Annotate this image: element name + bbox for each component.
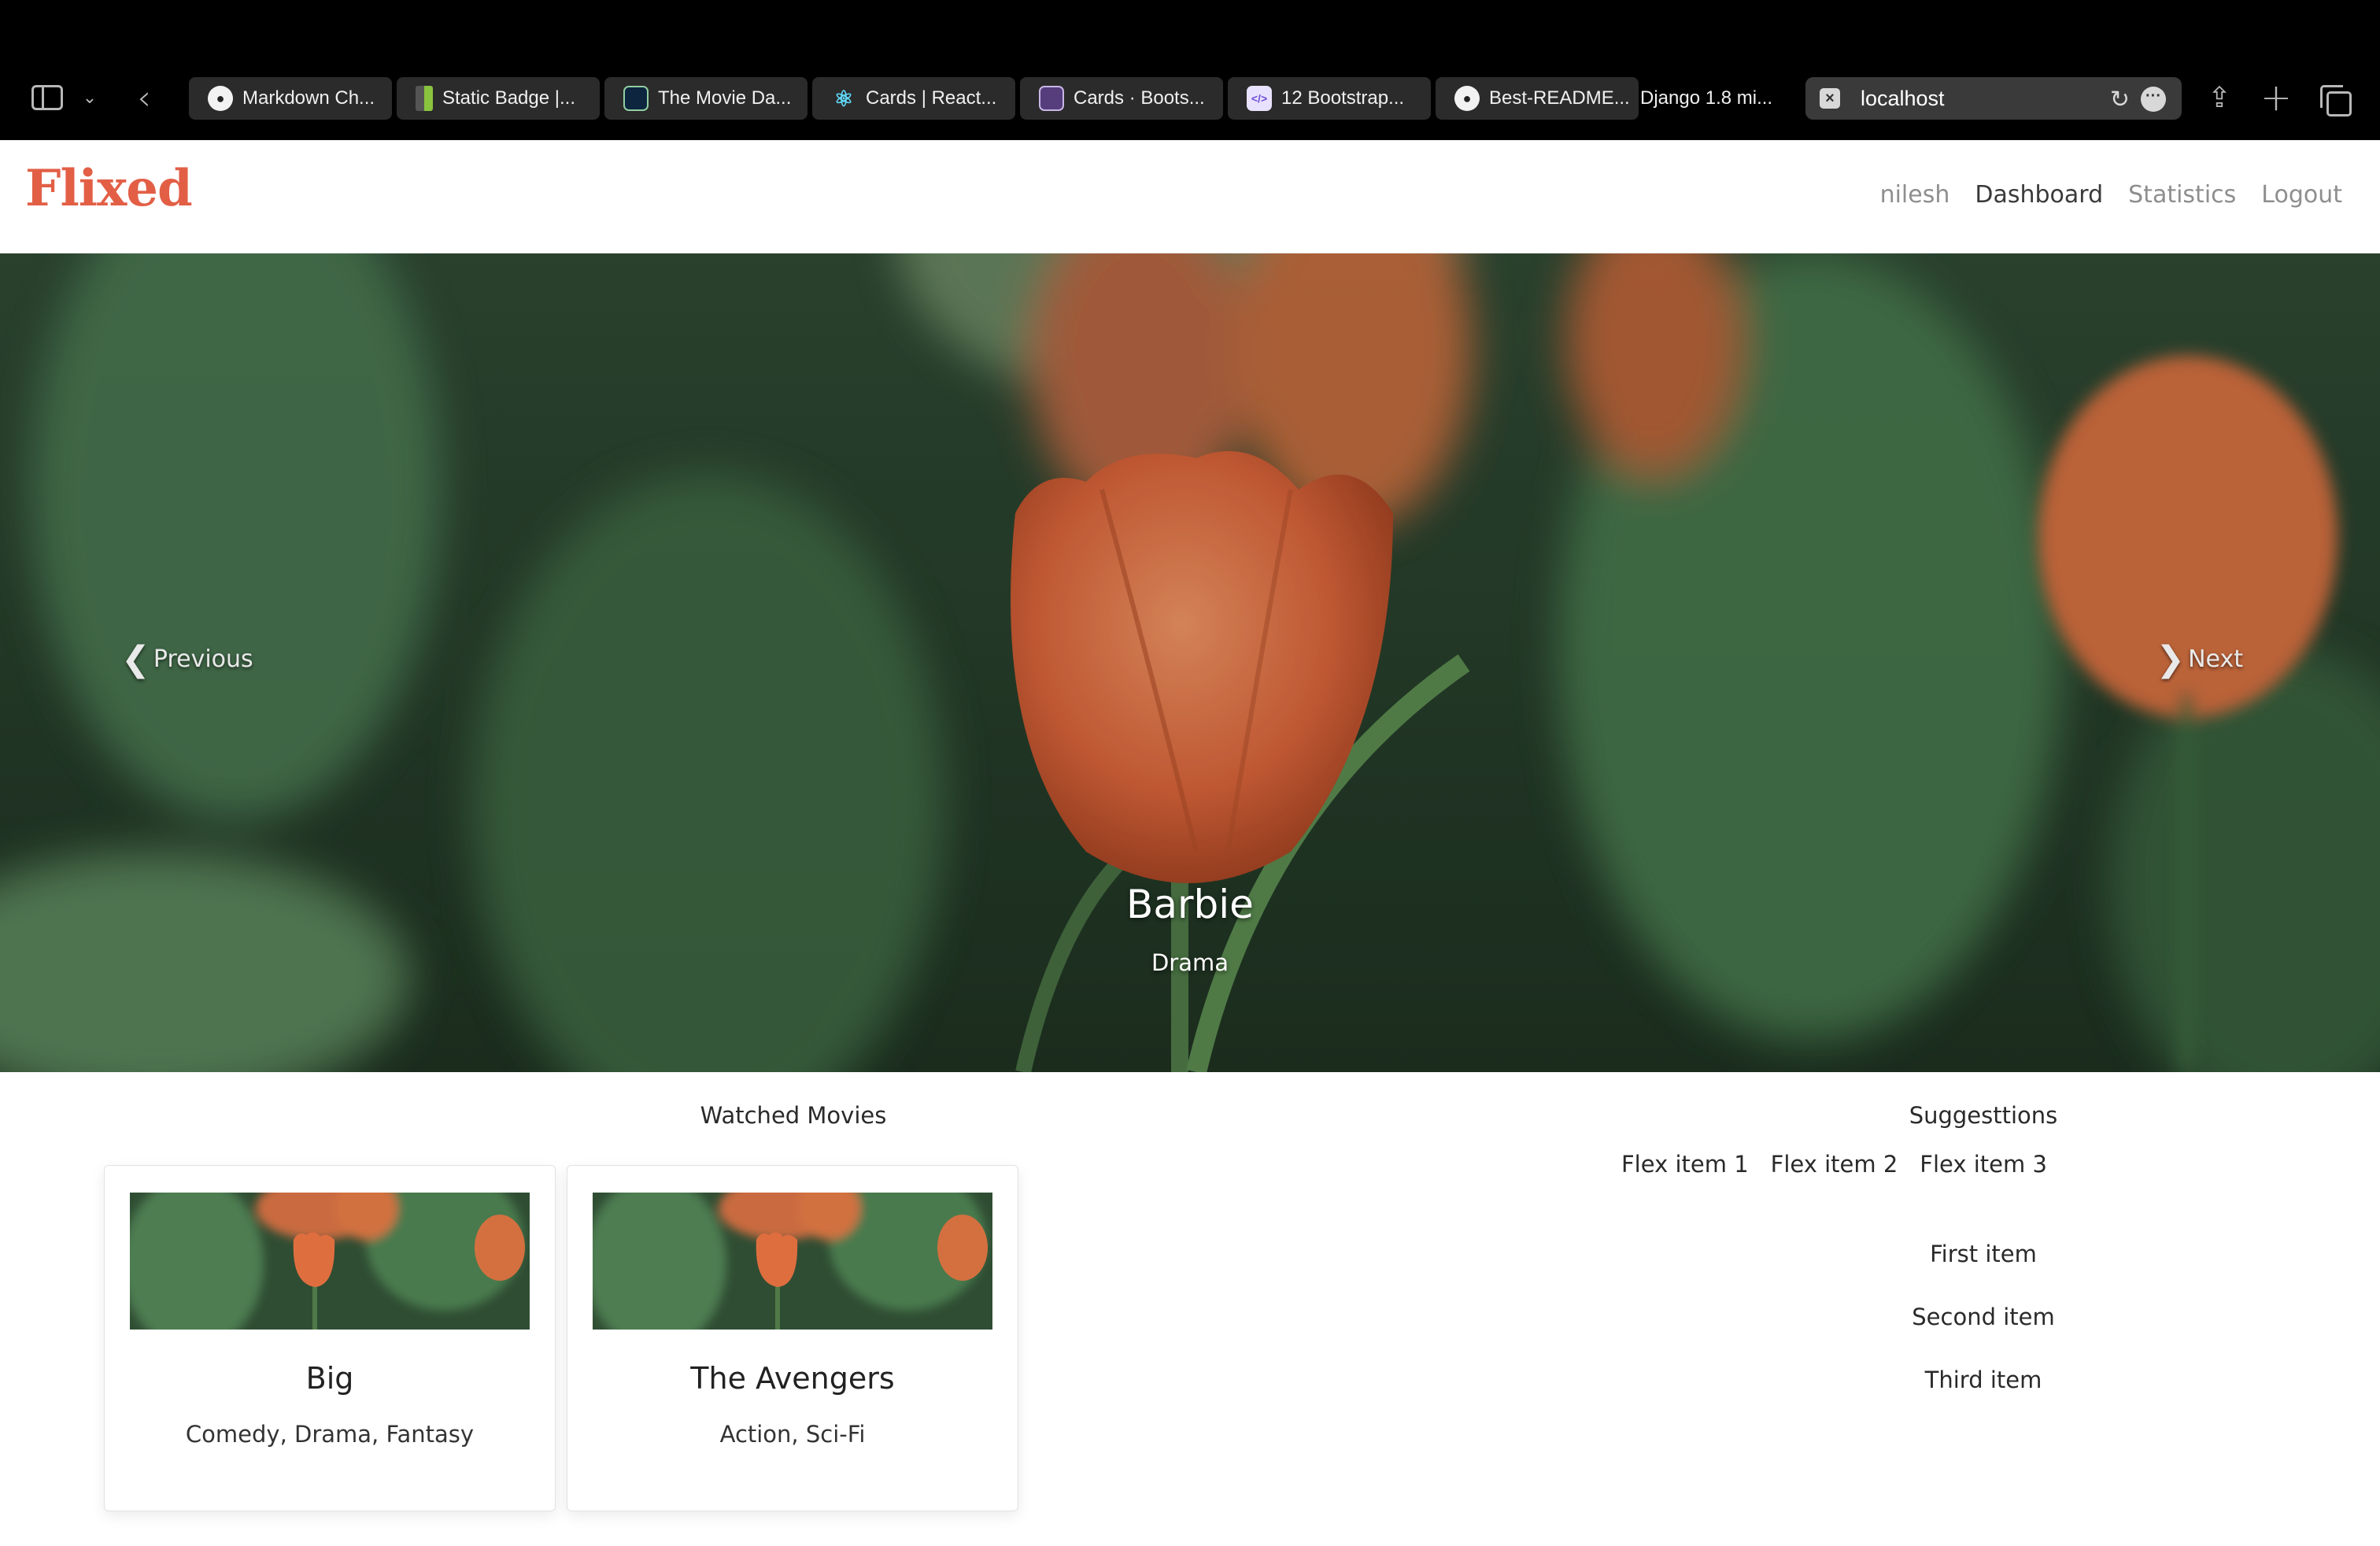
suggestions-heading: Suggesttions bbox=[1909, 1102, 2058, 1129]
browser-tab[interactable]: The Movie Da... bbox=[604, 77, 808, 120]
tab-label: 12 Bootstrap... bbox=[1281, 87, 1405, 109]
react-icon: ⚛ bbox=[833, 86, 854, 111]
badge-icon bbox=[416, 86, 433, 111]
url-text[interactable]: localhost bbox=[1861, 87, 1945, 111]
code-icon: </> bbox=[1247, 86, 1272, 111]
more-options-icon[interactable]: ··· bbox=[2141, 87, 2166, 112]
tab-label: Markdown Ch... bbox=[242, 87, 375, 109]
movie-card[interactable]: Big Comedy, Drama, Fantasy bbox=[104, 1165, 556, 1511]
share-icon[interactable]: ⇪ bbox=[2204, 79, 2235, 117]
bootstrap-icon bbox=[1039, 86, 1064, 111]
chevron-down-icon[interactable]: ⌄ bbox=[82, 87, 98, 109]
nav-dashboard[interactable]: Dashboard bbox=[1975, 181, 2103, 209]
chevron-left-icon: ❮ bbox=[121, 639, 150, 679]
new-tab-icon[interactable]: + bbox=[2260, 76, 2292, 120]
tmdb-icon bbox=[623, 86, 649, 111]
browser-toolbar: ⌄ ‹ ● Markdown Ch... Static Badge |... T… bbox=[0, 0, 2380, 140]
browser-tab[interactable]: ⚛ Cards | React... bbox=[812, 77, 1015, 120]
browser-tab[interactable]: Django 1.8 mi... bbox=[1640, 77, 1798, 120]
tab-label: Cards | React... bbox=[866, 87, 997, 109]
movie-thumbnail bbox=[593, 1193, 992, 1330]
tab-label: Static Badge |... bbox=[442, 87, 575, 109]
browser-tab[interactable]: </> 12 Bootstrap... bbox=[1228, 77, 1431, 120]
nav-username[interactable]: nilesh bbox=[1880, 181, 1950, 209]
movie-genres: Action, Sci-Fi bbox=[719, 1421, 866, 1448]
movie-title: Big bbox=[305, 1361, 354, 1396]
tab-label: Cards · Boots... bbox=[1074, 87, 1205, 109]
nav-links: nilesh Dashboard Statistics Logout bbox=[1880, 181, 2342, 209]
github-icon: ● bbox=[208, 86, 233, 111]
back-arrow-icon[interactable]: ‹ bbox=[132, 78, 156, 118]
movie-card[interactable]: The Avengers Action, Sci-Fi bbox=[567, 1165, 1018, 1511]
flex-item: Flex item 1 bbox=[1621, 1151, 1749, 1178]
nav-logout[interactable]: Logout bbox=[2261, 181, 2342, 209]
carousel-prev-button[interactable]: ❮ Previous bbox=[118, 639, 253, 679]
address-bar[interactable]: × localhost ↻ ··· bbox=[1805, 77, 2182, 120]
chevron-right-icon: ❯ bbox=[2156, 639, 2186, 679]
browser-tab[interactable]: ● Best-README... bbox=[1436, 77, 1639, 120]
site-navbar: Flixed nilesh Dashboard Statistics Logou… bbox=[0, 140, 2380, 253]
github-icon: ● bbox=[1454, 86, 1480, 111]
prev-label: Previous bbox=[153, 645, 253, 673]
movie-thumbnail bbox=[130, 1193, 530, 1330]
list-item: First item bbox=[1930, 1241, 2037, 1267]
movie-genres: Comedy, Drama, Fantasy bbox=[185, 1421, 475, 1448]
tab-label: Django 1.8 mi... bbox=[1640, 87, 1773, 109]
flex-item: Flex item 3 bbox=[1920, 1151, 2047, 1178]
nav-statistics[interactable]: Statistics bbox=[2128, 181, 2236, 209]
carousel-next-button[interactable]: ❯ Next bbox=[2153, 639, 2243, 679]
tab-label: Best-README... bbox=[1489, 87, 1630, 109]
tab-strip: ● Markdown Ch... Static Badge |... The M… bbox=[183, 77, 1794, 120]
hero-carousel: ❮ Previous ❯ Next Barbie Drama bbox=[0, 253, 2380, 1072]
reload-icon[interactable]: ↻ bbox=[2110, 86, 2130, 113]
flex-row: Flex item 1 Flex item 2 Flex item 3 bbox=[1621, 1151, 2047, 1178]
movie-title: The Avengers bbox=[690, 1361, 895, 1396]
tab-label: The Movie Da... bbox=[658, 87, 792, 109]
close-tab-icon[interactable]: × bbox=[1820, 88, 1840, 109]
browser-tab[interactable]: ● Markdown Ch... bbox=[189, 77, 392, 120]
sidebar-toggle-icon[interactable] bbox=[31, 85, 63, 110]
carousel-caption-genre: Drama bbox=[1151, 949, 1229, 976]
browser-tab[interactable]: Static Badge |... bbox=[397, 77, 600, 120]
carousel-caption-title: Barbie bbox=[1126, 882, 1254, 927]
browser-tab[interactable]: Cards · Boots... bbox=[1020, 77, 1223, 120]
watched-movies-heading: Watched Movies bbox=[700, 1102, 887, 1129]
flex-item: Flex item 2 bbox=[1770, 1151, 1898, 1178]
next-label: Next bbox=[2188, 645, 2243, 673]
list-item: Third item bbox=[1924, 1367, 2042, 1393]
list-item: Second item bbox=[1912, 1304, 2055, 1330]
brand-logo[interactable]: Flixed bbox=[25, 159, 193, 218]
tab-overview-icon[interactable] bbox=[2320, 85, 2352, 117]
